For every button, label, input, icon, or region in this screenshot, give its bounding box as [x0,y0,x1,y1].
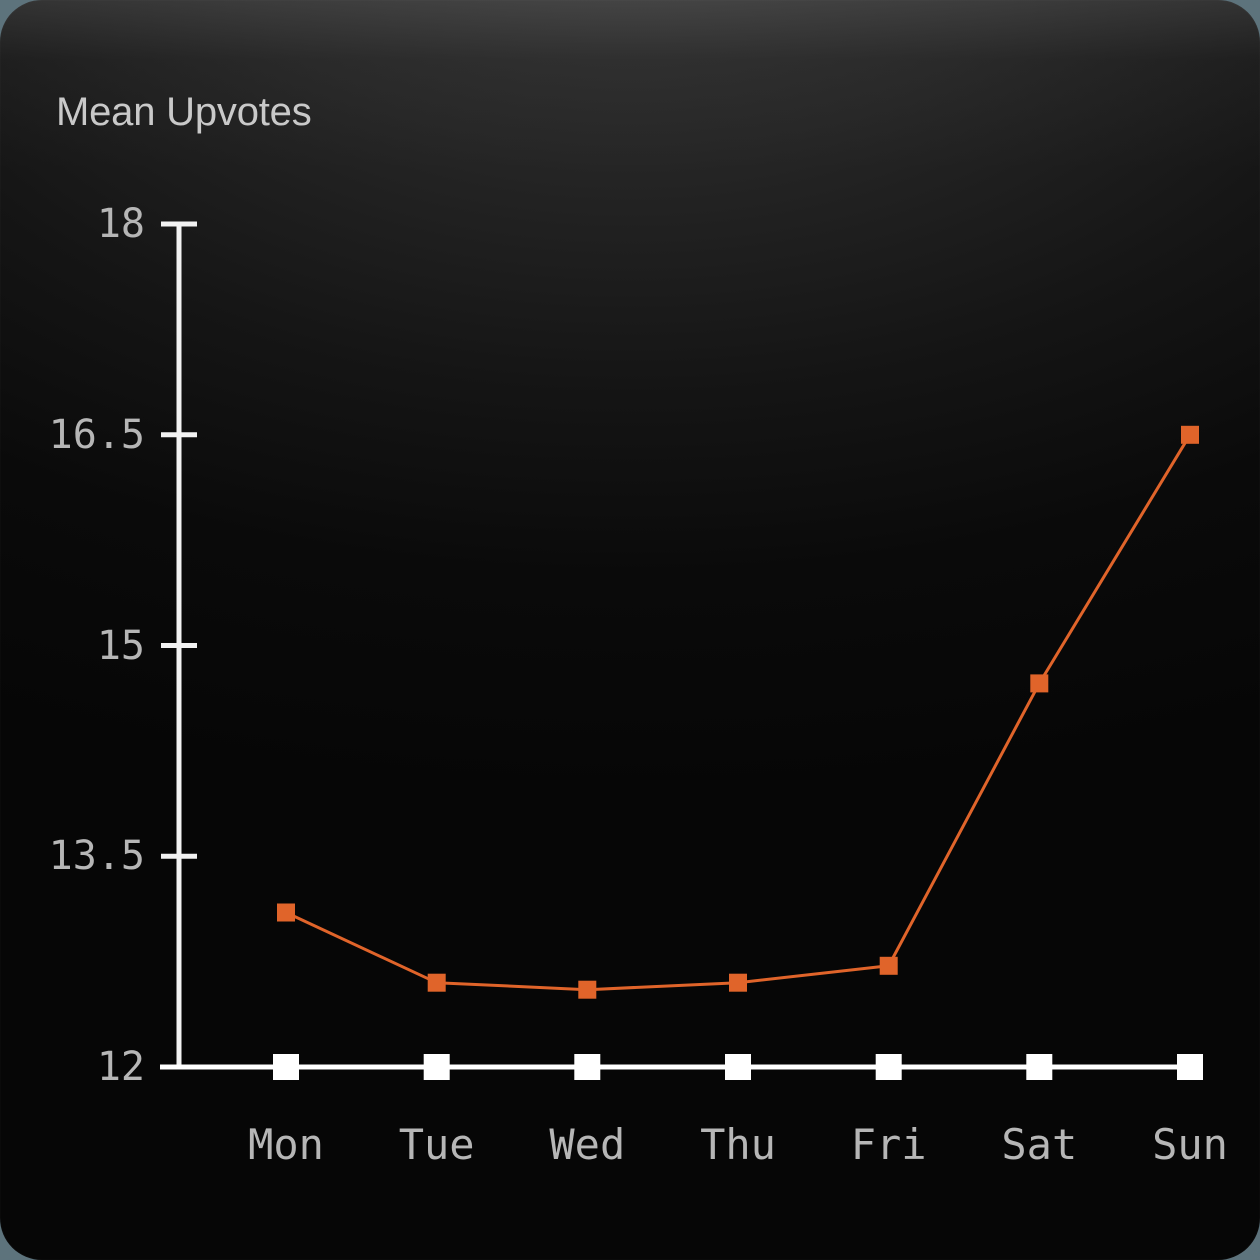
y-axis-tick-label: 13.5 [48,833,145,880]
data-point-marker [277,903,295,922]
series-line [285,434,1192,992]
data-point-marker [578,980,597,999]
series-group [160,425,1203,1080]
x-axis-tick-label: Mon [248,1120,324,1169]
chart-card: Mean Upvotes 12 13.5 15 16.5 18 Mon Tue Wed Thu… [0,0,1260,1260]
y-axis-tick-label: 16.5 [48,411,145,458]
data-point-marker [1181,425,1199,444]
y-axis-tick-label: 18 [96,201,145,247]
data-point-marker [729,973,747,992]
data-point-marker [1177,1054,1203,1080]
data-point-marker [423,1054,450,1080]
y-axis-tick-label: 15 [96,622,145,669]
data-point-marker [725,1054,751,1080]
data-point-marker [427,973,446,992]
x-axis-tick-label: Thu [700,1120,776,1169]
data-point-marker [1026,1054,1053,1080]
x-axis-tick-label: Fri [850,1120,927,1169]
line-chart-plot [160,221,1203,1080]
x-axis-tick-label: Wed [549,1120,626,1169]
data-point-marker [879,956,898,975]
data-point-marker [273,1054,299,1080]
y-axis-tick-label: 12 [96,1044,145,1090]
x-axis-tick-label: Sat [1001,1120,1078,1169]
x-axis-tick-label: Tue [398,1120,475,1169]
x-axis-tick-label: Sun [1152,1120,1228,1169]
data-point-marker [1030,674,1049,693]
data-point-marker [875,1054,902,1080]
axis-group [160,221,200,1070]
data-point-marker [574,1054,601,1080]
